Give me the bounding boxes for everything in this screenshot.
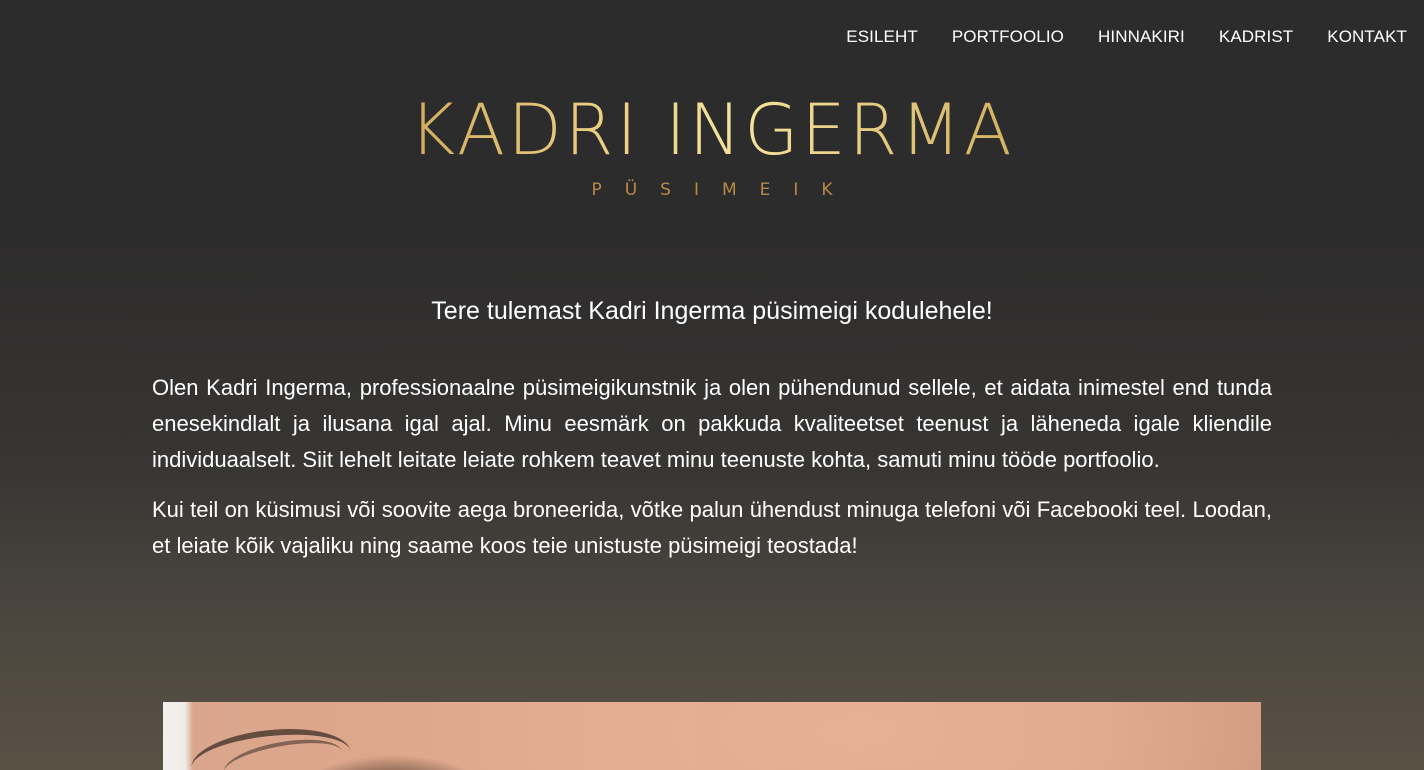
nav-item-hinnakiri[interactable]: HINNAKIRI (1098, 27, 1185, 47)
intro-paragraph-2: Kui teil on küsimusi või soovite aega br… (152, 497, 1272, 558)
hero-photo (163, 702, 1261, 770)
intro-paragraph-1: Olen Kadri Ingerma, professionaalne püsi… (152, 375, 1272, 472)
nav-item-kontakt[interactable]: KONTAKT (1327, 27, 1407, 47)
site-logo[interactable]: KADRI INGERMA PÜSIMEIK (0, 82, 1424, 200)
logo-subtitle: PÜSIMEIK (591, 180, 856, 200)
welcome-heading: Tere tulemast Kadri Ingerma püsimeigi ko… (431, 297, 993, 325)
logo-title: KADRI INGERMA (0, 82, 1424, 178)
nav-item-esileht[interactable]: ESILEHT (846, 27, 918, 47)
nav-item-kadrist[interactable]: KADRIST (1219, 27, 1293, 47)
nav-item-portfoolio[interactable]: PORTFOOLIO (952, 27, 1064, 47)
top-navigation: ESILEHT PORTFOOLIO HINNAKIRI KADRIST KON… (846, 0, 1407, 74)
intro-text: Olen Kadri Ingerma, professionaalne püsi… (152, 370, 1272, 578)
